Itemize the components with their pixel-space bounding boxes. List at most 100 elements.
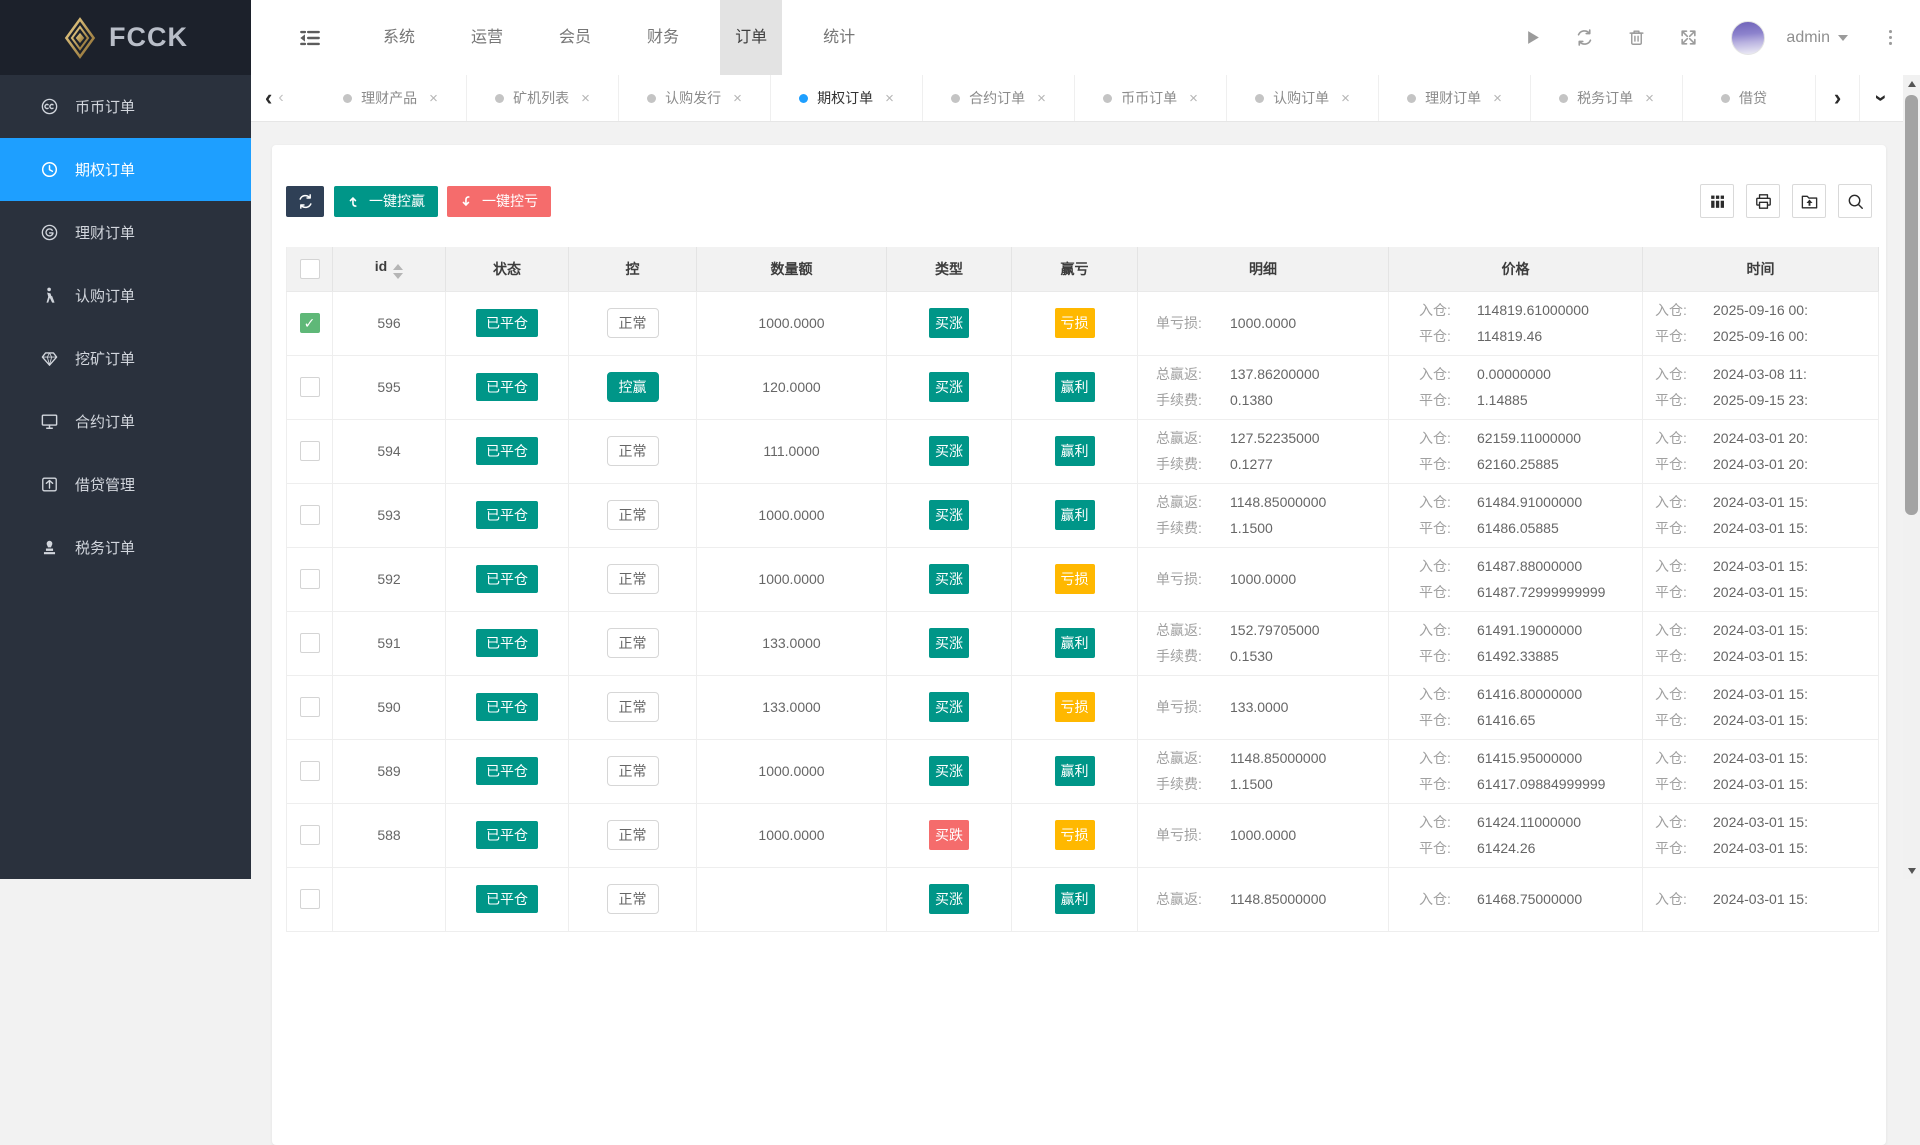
sidebar-item-contract-orders[interactable]: 合约订单 xyxy=(0,390,251,453)
control-button[interactable]: 正常 xyxy=(607,692,659,722)
user-menu[interactable]: admin xyxy=(1786,29,1848,47)
tab-heyue-dingdan[interactable]: 合约订单× xyxy=(923,75,1075,121)
result-badge: 亏损 xyxy=(1055,820,1095,850)
price-line: 平仓:114819.46 xyxy=(1419,323,1642,349)
control-button[interactable]: 正常 xyxy=(607,308,659,338)
time-label: 平仓: xyxy=(1655,451,1701,477)
tab-scroll-left-icon[interactable]: ‹ xyxy=(265,87,272,109)
control-button[interactable]: 正常 xyxy=(607,500,659,530)
row-checkbox[interactable] xyxy=(300,505,320,525)
options-orders-panel: 一键控赢 一键控亏 id状态控数量额类型赢亏明细价格时间 ✓596已平仓正常10… xyxy=(272,145,1886,1145)
sidebar-item-loan-manage[interactable]: 借贷管理 xyxy=(0,453,251,516)
cell-time: 入仓:2024-03-01 15:平仓:2024-03-01 15: xyxy=(1643,611,1879,675)
tab-licai-chanpin[interactable]: 理财产品× xyxy=(315,75,467,121)
cell-time: 入仓:2024-03-01 15:平仓:2024-03-01 15: xyxy=(1643,483,1879,547)
tab-close-icon[interactable]: × xyxy=(1493,90,1502,107)
sidebar-item-mining-orders[interactable]: 挖矿订单 xyxy=(0,327,251,390)
tab-qiquan-dingdan[interactable]: 期权订单× xyxy=(771,75,923,121)
nav-item-operate[interactable]: 运营 xyxy=(456,0,518,75)
sidebar-item-finance-orders[interactable]: 理财订单 xyxy=(0,201,251,264)
control-button[interactable]: 正常 xyxy=(607,436,659,466)
row-checkbox[interactable] xyxy=(300,761,320,781)
tab-close-icon[interactable]: × xyxy=(581,90,590,107)
tab-licai-dingdan[interactable]: 理财订单× xyxy=(1379,75,1531,121)
control-button[interactable]: 正常 xyxy=(607,628,659,658)
avatar[interactable] xyxy=(1731,21,1765,55)
row-checkbox[interactable] xyxy=(300,569,320,589)
scrollbar-down-arrow[interactable] xyxy=(1903,862,1920,879)
more-vertical-icon[interactable] xyxy=(1881,28,1900,47)
nav-item-system[interactable]: 系统 xyxy=(368,0,430,75)
price-label: 平仓: xyxy=(1419,707,1465,733)
sidebar-item-coin-orders[interactable]: 币币订单 xyxy=(0,75,251,138)
price-label: 入仓: xyxy=(1419,425,1465,451)
control-button[interactable]: 正常 xyxy=(607,820,659,850)
time-label: 入仓: xyxy=(1655,297,1701,323)
refresh-table-button[interactable] xyxy=(286,186,324,217)
nav-item-order[interactable]: 订单 xyxy=(720,0,782,75)
control-button[interactable]: 正常 xyxy=(607,564,659,594)
control-button[interactable]: 正常 xyxy=(607,884,659,914)
nav-item-stats[interactable]: 统计 xyxy=(808,0,870,75)
detail-label: 手续费: xyxy=(1156,771,1218,797)
detail-line: 手续费:1.1500 xyxy=(1156,515,1388,541)
cell-result: 赢利 xyxy=(1012,355,1138,419)
detail-lines: 总赢返:1148.85000000手续费:1.1500 xyxy=(1138,745,1388,797)
row-checkbox[interactable] xyxy=(300,633,320,653)
tab-scroll-right-button[interactable]: › xyxy=(1815,75,1859,121)
sidebar-item-tax-orders[interactable]: 税务订单 xyxy=(0,516,251,579)
print-button[interactable] xyxy=(1746,184,1780,218)
cell-result: 赢利 xyxy=(1012,739,1138,803)
search-button[interactable] xyxy=(1838,184,1872,218)
sidebar-item-subscribe-orders[interactable]: 认购订单 xyxy=(0,264,251,327)
row-checkbox[interactable] xyxy=(300,889,320,909)
tab-jiedai[interactable]: 借贷 xyxy=(1683,75,1815,121)
row-checkbox[interactable] xyxy=(300,377,320,397)
force-lose-button[interactable]: 一键控亏 xyxy=(447,186,551,217)
fullscreen-icon[interactable] xyxy=(1679,28,1698,47)
row-checkbox[interactable] xyxy=(300,825,320,845)
tab-close-icon[interactable]: × xyxy=(429,90,438,107)
control-button[interactable]: 控赢 xyxy=(607,372,659,402)
time-label: 入仓: xyxy=(1655,361,1701,387)
control-button[interactable]: 正常 xyxy=(607,756,659,786)
tab-close-icon[interactable]: × xyxy=(1341,90,1350,107)
row-checkbox[interactable] xyxy=(300,697,320,717)
detail-line: 单亏损:1000.0000 xyxy=(1156,566,1388,592)
table-row: ✓596已平仓正常1000.0000买涨亏损单亏损:1000.0000入仓:11… xyxy=(287,291,1879,355)
select-all-checkbox[interactable] xyxy=(300,259,320,279)
tab-close-icon[interactable]: × xyxy=(1189,90,1198,107)
brand-diamond-icon xyxy=(63,17,97,59)
tab-bibi-dingdan[interactable]: 币币订单× xyxy=(1075,75,1227,121)
tab-kuangji-liebiao[interactable]: 矿机列表× xyxy=(467,75,619,121)
sort-icon[interactable] xyxy=(393,264,403,279)
trash-icon[interactable] xyxy=(1627,28,1646,47)
export-button[interactable] xyxy=(1792,184,1826,218)
sidebar-item-options-orders[interactable]: 期权订单 xyxy=(0,138,251,201)
tab-shuiwu-dingdan[interactable]: 税务订单× xyxy=(1531,75,1683,121)
table-body: ✓596已平仓正常1000.0000买涨亏损单亏损:1000.0000入仓:11… xyxy=(287,291,1879,931)
tab-rengou-dingdan[interactable]: 认购订单× xyxy=(1227,75,1379,121)
row-checkbox[interactable] xyxy=(300,441,320,461)
tab-menu-button[interactable]: › xyxy=(1859,75,1903,121)
column-header-id: id xyxy=(333,247,446,291)
tab-close-icon[interactable]: × xyxy=(1645,90,1654,107)
scrollbar-up-arrow[interactable] xyxy=(1903,75,1920,92)
columns-button[interactable] xyxy=(1700,184,1734,218)
collapse-sidebar-icon[interactable] xyxy=(299,27,321,49)
time-lines: 入仓:2024-03-01 20:平仓:2024-03-01 20: xyxy=(1643,425,1878,477)
tab-rengou-faxing[interactable]: 认购发行× xyxy=(619,75,771,121)
cell-id: 594 xyxy=(333,419,446,483)
force-win-button[interactable]: 一键控赢 xyxy=(334,186,438,217)
tab-close-icon[interactable]: × xyxy=(733,90,742,107)
nav-item-finance[interactable]: 财务 xyxy=(632,0,694,75)
price-label: 入仓: xyxy=(1419,745,1465,771)
type-badge: 买涨 xyxy=(929,436,969,466)
scrollbar-thumb[interactable] xyxy=(1905,95,1918,515)
refresh-icon[interactable] xyxy=(1575,28,1594,47)
play-icon[interactable] xyxy=(1523,28,1542,47)
row-checkbox[interactable]: ✓ xyxy=(300,313,320,333)
tab-close-icon[interactable]: × xyxy=(885,90,894,107)
tab-close-icon[interactable]: × xyxy=(1037,90,1046,107)
nav-item-member[interactable]: 会员 xyxy=(544,0,606,75)
